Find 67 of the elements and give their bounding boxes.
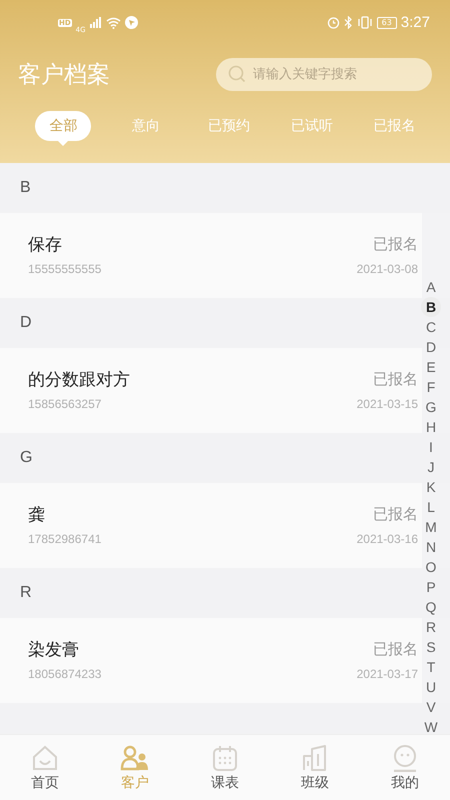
index-letter[interactable]: H bbox=[421, 417, 441, 437]
calendar-icon bbox=[211, 744, 239, 772]
customer-status: 已报名 bbox=[373, 505, 418, 524]
nav-tab[interactable]: 首页 bbox=[15, 744, 75, 792]
nav-tab[interactable]: 班级 bbox=[285, 744, 345, 792]
index-letter[interactable]: Q bbox=[421, 597, 441, 617]
customer-status: 已报名 bbox=[373, 370, 418, 389]
customer-status: 已报名 bbox=[373, 235, 418, 254]
index-letter[interactable]: S bbox=[421, 637, 441, 657]
index-letter[interactable]: C bbox=[421, 317, 441, 337]
index-letter[interactable]: N bbox=[421, 537, 441, 557]
index-letter[interactable]: I bbox=[421, 437, 441, 457]
index-letter[interactable]: E bbox=[421, 357, 441, 377]
index-letter[interactable]: K bbox=[421, 477, 441, 497]
section-letter: D bbox=[20, 314, 32, 332]
status-time: 3:27 bbox=[400, 14, 430, 31]
search-field[interactable]: 请输入关键字搜索 bbox=[216, 58, 432, 90]
signal-icon bbox=[90, 17, 102, 28]
customer-phone: 15555555555 bbox=[28, 262, 102, 276]
customer-status: 已报名 bbox=[373, 640, 418, 659]
customer-name: 的分数跟对方 bbox=[28, 369, 130, 391]
customer-date: 2021-03-17 bbox=[356, 667, 418, 681]
wifi-icon bbox=[106, 16, 121, 28]
index-letter[interactable]: L bbox=[421, 497, 441, 517]
home-icon bbox=[31, 744, 59, 772]
tab-pointer-icon bbox=[58, 141, 68, 146]
section-letter: G bbox=[20, 449, 32, 467]
customer-name: 龚 bbox=[28, 504, 45, 526]
index-letter[interactable]: O bbox=[421, 557, 441, 577]
building-icon bbox=[301, 744, 329, 772]
customer-phone: 17852986741 bbox=[28, 532, 102, 546]
nav-tab[interactable]: 课表 bbox=[195, 744, 255, 792]
alarm-icon bbox=[326, 16, 340, 29]
customer-phone: 15856563257 bbox=[28, 397, 102, 411]
index-letter[interactable]: A bbox=[421, 277, 441, 297]
index-letter[interactable]: V bbox=[421, 697, 441, 717]
location-icon bbox=[124, 16, 138, 29]
index-letter[interactable]: G bbox=[421, 397, 441, 417]
page-title: 客户档案 bbox=[18, 60, 110, 90]
section-letter: R bbox=[20, 584, 32, 602]
index-letter[interactable]: M bbox=[421, 517, 441, 537]
index-letter[interactable]: T bbox=[421, 657, 441, 677]
profile-icon bbox=[391, 744, 419, 772]
customer-card[interactable]: 染发膏 已报名 18056874233 2021-03-17 bbox=[0, 618, 422, 703]
customer-name: 保存 bbox=[28, 234, 62, 256]
section-letter: B bbox=[20, 179, 31, 197]
battery-indicator: 63 bbox=[376, 16, 397, 28]
index-letter[interactable]: U bbox=[421, 677, 441, 697]
people-icon bbox=[120, 744, 150, 772]
index-letter[interactable]: W bbox=[421, 717, 441, 734]
bluetooth-icon bbox=[344, 16, 353, 29]
index-letter[interactable]: D bbox=[421, 337, 441, 357]
index-letter[interactable]: P bbox=[421, 577, 441, 597]
customer-name: 染发膏 bbox=[28, 639, 79, 661]
customer-phone: 18056874233 bbox=[28, 667, 102, 681]
customer-date: 2021-03-15 bbox=[356, 397, 418, 411]
customer-card[interactable]: 龚 已报名 17852986741 2021-03-16 bbox=[0, 483, 422, 568]
customer-date: 2021-03-08 bbox=[356, 262, 418, 276]
nav-tab[interactable]: 我的 bbox=[375, 744, 435, 792]
customer-card[interactable]: 的分数跟对方 已报名 15856563257 2021-03-15 bbox=[0, 348, 422, 433]
index-letter[interactable]: F bbox=[421, 377, 441, 397]
index-letter[interactable]: R bbox=[421, 617, 441, 637]
search-icon bbox=[228, 64, 246, 82]
customer-date: 2021-03-16 bbox=[356, 532, 418, 546]
customer-card[interactable]: 保存 已报名 15555555555 2021-03-08 bbox=[0, 213, 422, 298]
vibrate-icon bbox=[356, 16, 373, 29]
index-letter[interactable]: J bbox=[421, 457, 441, 477]
